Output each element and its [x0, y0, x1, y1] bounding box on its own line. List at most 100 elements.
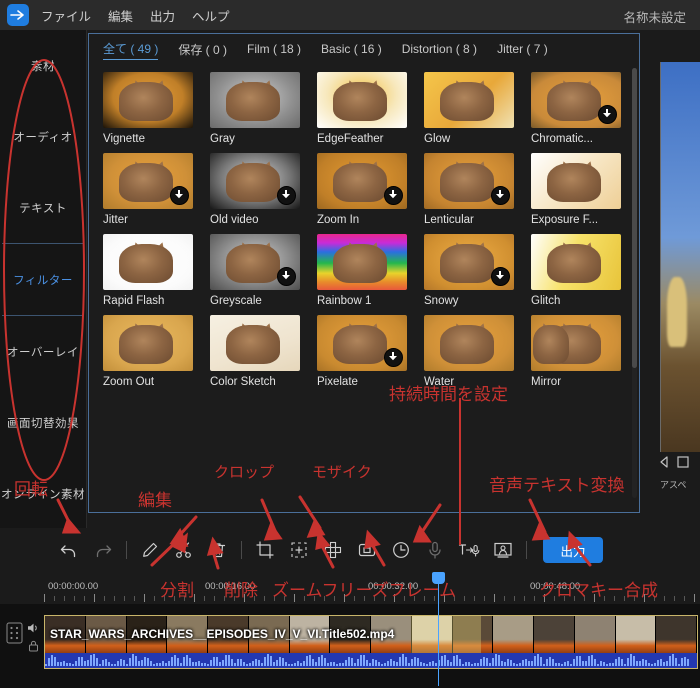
waveform-bar	[186, 655, 188, 666]
play-icon[interactable]	[676, 455, 690, 469]
waveform-bar	[381, 663, 383, 666]
delete-button[interactable]	[201, 533, 235, 567]
filter-thumbnail[interactable]	[531, 234, 621, 290]
waveform-bar	[81, 657, 83, 666]
lock-icon[interactable]	[28, 640, 39, 652]
text-to-speech-button[interactable]	[452, 533, 486, 567]
filter-tab-5[interactable]: Jitter ( 7 )	[497, 42, 548, 58]
panel-scrollbar[interactable]	[632, 68, 637, 498]
freeze-frame-button[interactable]	[350, 533, 384, 567]
filter-item[interactable]: Lenticular	[424, 153, 531, 226]
previous-frame-icon[interactable]	[658, 455, 672, 469]
cat-thumbnail-image	[531, 153, 621, 209]
menu-item-file[interactable]: ファイル	[41, 6, 91, 25]
filter-item[interactable]: Zoom In	[317, 153, 424, 226]
redo-button[interactable]	[86, 533, 120, 567]
speaker-icon[interactable]	[27, 622, 40, 634]
download-icon[interactable]	[384, 186, 403, 205]
filter-item[interactable]: EdgeFeather	[317, 72, 424, 145]
filter-item[interactable]: Rapid Flash	[103, 234, 210, 307]
filter-thumbnail[interactable]	[210, 72, 300, 128]
filter-item[interactable]: Jitter	[103, 153, 210, 226]
filter-item[interactable]: Pixelate	[317, 315, 424, 388]
sidebar-item-audio[interactable]: オーディオ	[0, 101, 86, 172]
filter-thumbnail[interactable]	[424, 234, 514, 290]
sidebar-item-overlay[interactable]: オーバーレイ	[0, 316, 86, 387]
export-button[interactable]: 出力	[543, 537, 603, 563]
sidebar-item-transition[interactable]: 画面切替効果	[0, 387, 86, 458]
menu-item-export[interactable]: 出力	[150, 6, 175, 25]
sidebar-item-text[interactable]: テキスト	[0, 172, 86, 243]
filter-item[interactable]: Old video	[210, 153, 317, 226]
zoom-button[interactable]	[282, 533, 316, 567]
filter-thumbnail[interactable]	[103, 315, 193, 371]
waveform-bar	[489, 663, 491, 666]
timeline-clip[interactable]: STAR_WARS_ARCHIVES__EPISODES_IV_V_VI.Tit…	[44, 615, 698, 669]
filter-item[interactable]: Exposure F...	[531, 153, 638, 226]
undo-button[interactable]	[52, 533, 86, 567]
filter-item[interactable]: Glitch	[531, 234, 638, 307]
filter-thumbnail[interactable]	[531, 315, 621, 371]
filter-label: Glitch	[531, 295, 561, 307]
timeline-ruler[interactable]: 00:00:00.00 00:00:16.00 00:00:32.00 00:0…	[0, 574, 700, 604]
waveform-bar	[621, 658, 623, 666]
sidebar-item-online-media[interactable]: オンライン素材	[0, 458, 86, 529]
filter-item[interactable]: Color Sketch	[210, 315, 317, 388]
filter-thumbnail[interactable]	[103, 153, 193, 209]
filter-item[interactable]: Rainbow 1	[317, 234, 424, 307]
filter-thumbnail[interactable]	[210, 153, 300, 209]
filter-item[interactable]: Water	[424, 315, 531, 388]
filter-thumbnail[interactable]	[317, 153, 407, 209]
filter-item[interactable]: Gray	[210, 72, 317, 145]
filter-thumbnail[interactable]	[210, 234, 300, 290]
filter-thumbnail[interactable]	[103, 72, 193, 128]
filter-thumbnail[interactable]	[317, 315, 407, 371]
filter-item[interactable]: Mirror	[531, 315, 638, 388]
split-button[interactable]	[167, 533, 201, 567]
mosaic-button[interactable]	[316, 533, 350, 567]
duration-button[interactable]	[384, 533, 418, 567]
playhead[interactable]	[432, 572, 445, 686]
download-icon[interactable]	[277, 186, 296, 205]
filter-thumbnail[interactable]	[531, 72, 621, 128]
filter-thumbnail[interactable]	[531, 153, 621, 209]
download-icon[interactable]	[384, 348, 403, 367]
edit-button[interactable]	[133, 533, 167, 567]
menu-item-edit[interactable]: 編集	[108, 6, 133, 25]
filter-item[interactable]: Glow	[424, 72, 531, 145]
filter-thumbnail[interactable]	[210, 315, 300, 371]
download-icon[interactable]	[491, 267, 510, 286]
chroma-key-button[interactable]	[486, 533, 520, 567]
filter-tab-3[interactable]: Basic ( 16 )	[321, 42, 382, 58]
filter-thumbnail[interactable]	[317, 234, 407, 290]
filter-item[interactable]: Vignette	[103, 72, 210, 145]
filter-thumbnail[interactable]	[103, 234, 193, 290]
filter-tab-0[interactable]: 全て ( 49 )	[103, 40, 159, 60]
waveform-bar	[411, 659, 413, 666]
cat-thumbnail-image	[210, 72, 300, 128]
filter-thumbnail[interactable]	[317, 72, 407, 128]
sidebar-item-media[interactable]: 素材	[0, 30, 86, 101]
filter-thumbnail[interactable]	[424, 72, 514, 128]
menu-item-help[interactable]: ヘルプ	[192, 6, 230, 25]
filter-item[interactable]: Chromatic...	[531, 72, 638, 145]
filter-tab-4[interactable]: Distortion ( 8 )	[402, 42, 477, 58]
filter-thumbnail[interactable]	[424, 153, 514, 209]
filter-tab-1[interactable]: 保存 ( 0 )	[178, 41, 227, 60]
waveform-bar	[651, 664, 653, 666]
waveform-bar	[552, 658, 554, 666]
track-handle-icon[interactable]	[6, 622, 23, 644]
filter-tab-2[interactable]: Film ( 18 )	[247, 42, 301, 58]
sidebar-item-filter[interactable]: フィルター	[0, 244, 86, 315]
voiceover-button[interactable]	[418, 533, 452, 567]
clip-selection-range[interactable]	[411, 616, 481, 654]
download-icon[interactable]	[491, 186, 510, 205]
download-icon[interactable]	[598, 105, 617, 124]
filter-item[interactable]: Snowy	[424, 234, 531, 307]
filter-thumbnail[interactable]	[424, 315, 514, 371]
download-icon[interactable]	[277, 267, 296, 286]
filter-item[interactable]: Zoom Out	[103, 315, 210, 388]
crop-button[interactable]	[248, 533, 282, 567]
filter-item[interactable]: Greyscale	[210, 234, 317, 307]
download-icon[interactable]	[170, 186, 189, 205]
